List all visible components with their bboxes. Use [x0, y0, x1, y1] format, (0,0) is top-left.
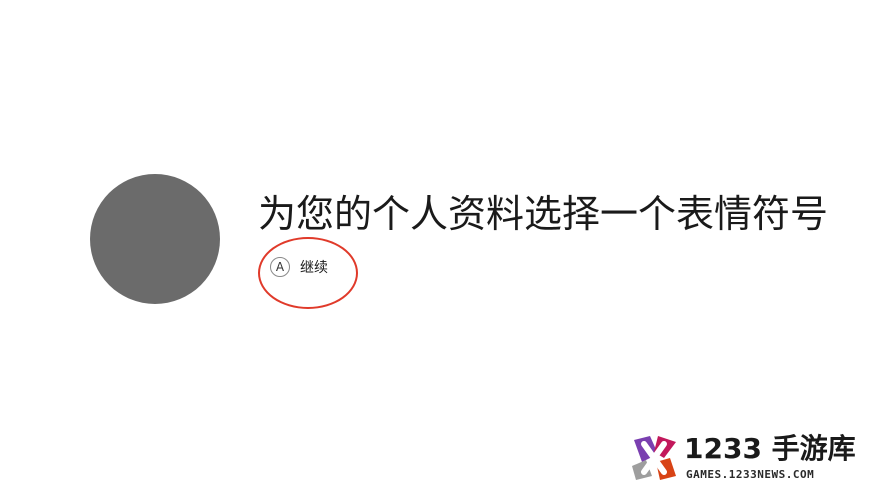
continue-button[interactable]: A 继续: [270, 257, 328, 277]
emoji-profile-screen: 为您的个人资料选择一个表情符号 A 继续 1233 手游库 GAMES.1233…: [0, 0, 871, 490]
page-title: 为您的个人资料选择一个表情符号: [258, 192, 829, 236]
a-button-icon: A: [270, 257, 290, 277]
continue-label: 继续: [300, 260, 328, 276]
watermark-site-name: 1233 手游库: [684, 432, 856, 465]
x-logo-icon: [632, 436, 676, 480]
watermark-url: GAMES.1233NEWS.COM: [686, 468, 815, 481]
profile-avatar-placeholder[interactable]: [90, 174, 220, 304]
site-watermark: 1233 手游库 GAMES.1233NEWS.COM: [622, 430, 868, 486]
